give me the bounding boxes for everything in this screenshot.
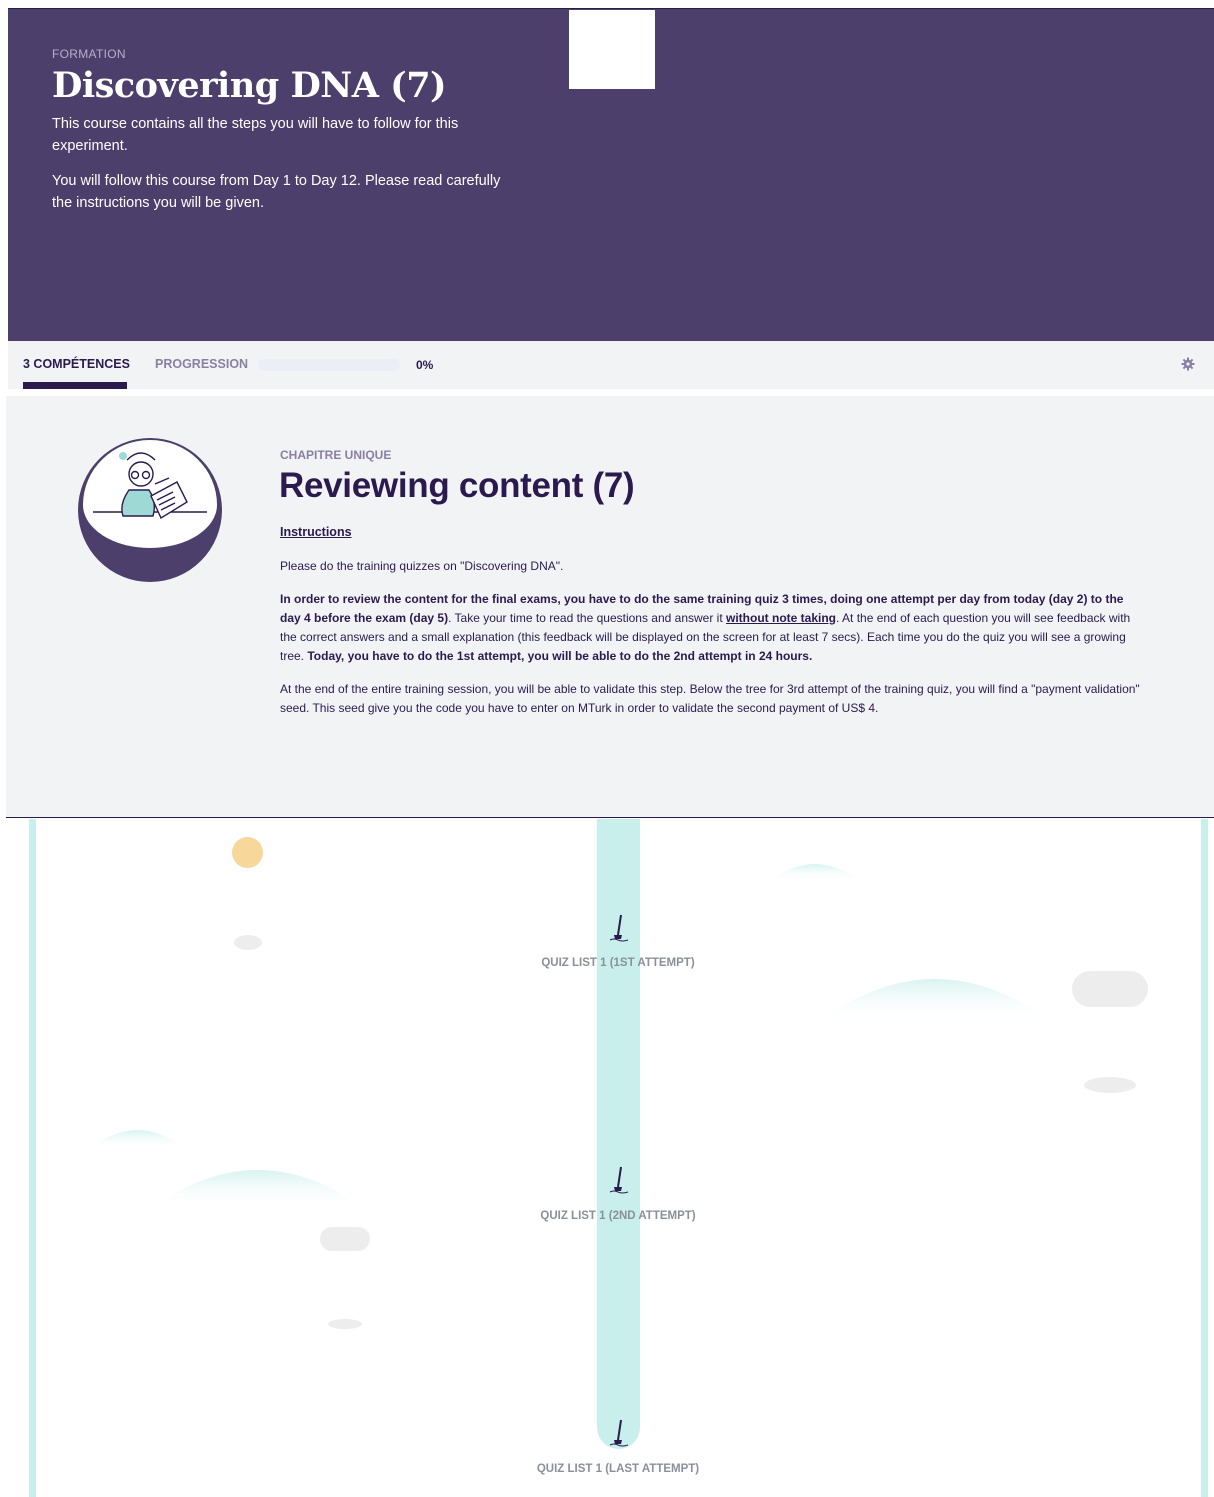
quiz-tree-map: QUIZ LIST 1 (1ST ATTEMPT) QUIZ LIST 1 (2… <box>0 819 1214 1497</box>
sprout-icon[interactable] <box>608 913 630 945</box>
chapter-section: CHAPITRE UNIQUE Reviewing content (7) In… <box>6 396 1214 818</box>
active-tab-indicator <box>23 382 127 389</box>
quiz-node-label[interactable]: QUIZ LIST 1 (2ND ATTEMPT) <box>468 1210 768 1222</box>
reader-illustration-icon <box>93 452 207 520</box>
p2-bold-2: Today, you have to do the 1st attempt, y… <box>307 649 813 663</box>
tab-progression[interactable]: PROGRESSION <box>155 357 248 371</box>
p2-text-1: . Take your time to read the questions a… <box>448 611 727 625</box>
course-title: Discovering DNA (7) <box>52 65 447 106</box>
course-tab-bar: 3 COMPÉTENCES PROGRESSION 0% <box>8 341 1214 389</box>
quiz-node-label[interactable]: QUIZ LIST 1 (1ST ATTEMPT) <box>468 957 768 969</box>
course-description-1: This course contains all the steps you w… <box>52 116 459 154</box>
chapter-paragraph-1: Please do the training quizzes on "Disco… <box>280 559 564 573</box>
chapter-eyebrow: CHAPITRE UNIQUE <box>280 448 392 462</box>
course-eyebrow: FORMATION <box>52 47 126 61</box>
chapter-avatar <box>78 438 222 582</box>
sprout-icon[interactable] <box>608 1418 630 1450</box>
progress-bar <box>258 359 400 371</box>
p2-underline: without note taking <box>726 611 837 625</box>
chapter-title: Reviewing content (7) <box>279 466 635 505</box>
course-thumbnail <box>569 10 655 89</box>
chapter-paragraph-2: In order to review the content for the f… <box>280 590 1140 666</box>
instructions-link[interactable]: Instructions <box>280 525 352 539</box>
avatar-illustration <box>83 440 217 548</box>
chapter-paragraph-3: At the end of the entire training sessio… <box>280 682 1140 715</box>
tab-competences[interactable]: 3 COMPÉTENCES <box>23 357 130 371</box>
quiz-node-label[interactable]: QUIZ LIST 1 (LAST ATTEMPT) <box>468 1463 768 1475</box>
progress-percent: 0% <box>416 358 434 372</box>
course-description-2: You will follow this course from Day 1 t… <box>52 173 501 211</box>
sprout-icon[interactable] <box>608 1165 630 1197</box>
course-header: FORMATION Discovering DNA (7) This cours… <box>8 8 1214 341</box>
gear-icon[interactable] <box>1180 356 1196 372</box>
